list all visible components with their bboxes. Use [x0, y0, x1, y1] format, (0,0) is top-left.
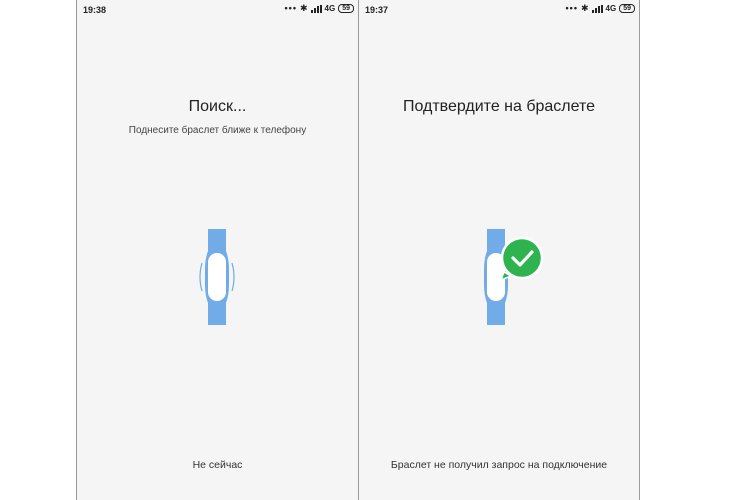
signal-icon	[310, 4, 322, 13]
fitness-band-icon	[198, 229, 238, 330]
not-now-button[interactable]: Не сейчас	[77, 459, 358, 471]
battery-icon: 59	[619, 4, 635, 13]
page-title: Поиск...	[188, 98, 247, 115]
status-time: 19:37	[365, 5, 389, 15]
request-not-received-link[interactable]: Браслет не получил запрос на подключение	[359, 459, 639, 471]
status-bar: 19:37 ••• ✱ 4G 59	[359, 0, 639, 20]
notification-dots-icon: •••	[565, 3, 578, 13]
battery-icon: 59	[338, 4, 354, 13]
searching-screen: 19:38 ••• ✱ 4G 59 Поиск... Поднесите бра…	[76, 0, 359, 500]
status-icons: ••• ✱ 4G 59	[285, 4, 354, 13]
bluetooth-icon: ✱	[580, 3, 589, 13]
confirm-screen: 19:37 ••• ✱ 4G 59 Подтвердите на браслет…	[358, 0, 640, 500]
network-type: 4G	[324, 4, 336, 13]
status-icons: ••• ✱ 4G 59	[566, 4, 635, 13]
page-title: Подтвердите на браслете	[402, 98, 596, 115]
notification-dots-icon: •••	[284, 3, 297, 13]
status-time: 19:38	[83, 5, 107, 15]
check-circle-icon	[498, 236, 546, 287]
page-subtitle: Поднесите браслет ближе к телефону	[128, 125, 307, 136]
signal-icon	[591, 4, 603, 13]
bluetooth-icon: ✱	[299, 3, 308, 13]
network-type: 4G	[605, 4, 617, 13]
status-bar: 19:38 ••• ✱ 4G 59	[77, 0, 358, 20]
